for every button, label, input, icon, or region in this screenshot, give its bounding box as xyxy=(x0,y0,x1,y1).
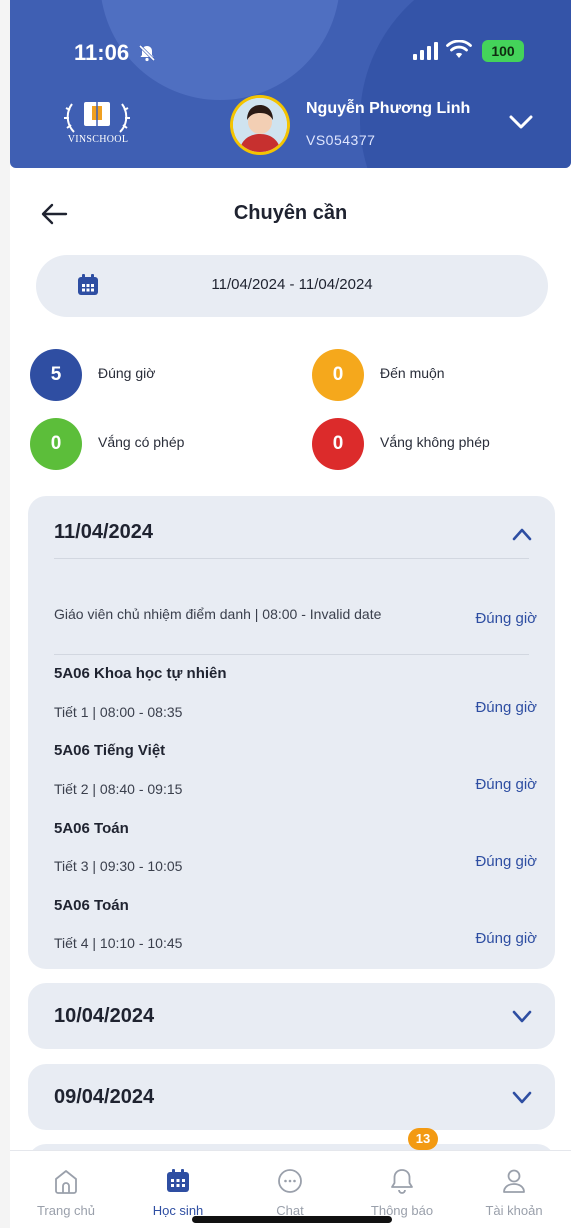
nav-home[interactable]: Trang chủ xyxy=(16,1151,116,1221)
lesson-subject: 5A06 Tiếng Việt xyxy=(54,742,166,759)
chevron-down-icon[interactable] xyxy=(511,1090,533,1106)
student-photo-icon xyxy=(233,98,287,152)
lesson-period: Tiết 4 | 10:10 - 10:45 xyxy=(54,935,183,951)
home-icon xyxy=(55,1170,77,1194)
header-decoration xyxy=(100,0,340,100)
day-date: 10/04/2024 xyxy=(54,1005,155,1027)
lesson-subject: 5A06 Toán xyxy=(54,820,129,837)
battery-indicator: 100 xyxy=(482,40,524,62)
lesson-status: Đúng giờ xyxy=(475,699,537,716)
lesson-status: Đúng giờ xyxy=(475,776,537,793)
home-indicator xyxy=(192,1216,392,1223)
stat-late: 0 Đến muộn xyxy=(312,349,552,401)
nav-chat[interactable]: Chat xyxy=(240,1151,340,1221)
nav-label: Tài khoản xyxy=(485,1203,543,1218)
calendar-icon xyxy=(167,1169,189,1192)
app-screen: 11:06 100 VINSCHOOL Nguyễn Phương Linh V… xyxy=(10,0,571,1228)
day-date[interactable]: 11/04/2024 xyxy=(54,521,153,544)
student-name[interactable]: Nguyễn Phương Linh xyxy=(306,100,470,118)
lesson-subject: 5A06 Khoa học tự nhiên xyxy=(54,665,227,682)
chevron-down-icon[interactable] xyxy=(508,112,534,132)
day-card-collapsed[interactable]: 09/04/2024 xyxy=(28,1064,555,1130)
stat-count: 0 xyxy=(312,349,364,401)
chevron-up-icon[interactable] xyxy=(511,526,533,542)
school-logo-text: VINSCHOOL xyxy=(67,134,129,145)
wifi-icon xyxy=(446,40,472,58)
day-date: 09/04/2024 xyxy=(54,1086,155,1108)
lesson-period: Tiết 1 | 08:00 - 08:35 xyxy=(54,704,183,720)
stat-label: Vắng có phép xyxy=(98,434,185,450)
divider xyxy=(54,654,529,655)
student-id: VS054377 xyxy=(306,132,376,148)
header-decoration xyxy=(360,0,571,168)
stat-label: Đến muộn xyxy=(380,365,445,381)
stat-label: Vắng không phép xyxy=(380,434,490,450)
divider xyxy=(54,558,529,559)
stat-label: Đúng giờ xyxy=(98,365,156,381)
homeroom-attendance-text: Giáo viên chủ nhiệm điểm danh | 08:00 - … xyxy=(54,606,382,622)
stat-count: 0 xyxy=(312,418,364,470)
lesson-subject: 5A06 Toán xyxy=(54,897,129,914)
status-time: 11:06 xyxy=(74,40,130,65)
lesson-period: Tiết 2 | 08:40 - 09:15 xyxy=(54,781,183,797)
bell-off-icon xyxy=(138,44,156,62)
stat-excused-absence: 0 Vắng có phép xyxy=(30,418,270,470)
lesson-period: Tiết 3 | 09:30 - 10:05 xyxy=(54,858,183,874)
notification-badge: 13 xyxy=(408,1128,438,1150)
stat-count: 5 xyxy=(30,349,82,401)
nav-account[interactable]: Tài khoản xyxy=(464,1151,564,1221)
nav-label: Trang chủ xyxy=(36,1203,96,1218)
lesson-status: Đúng giờ xyxy=(475,930,537,947)
homeroom-status: Đúng giờ xyxy=(475,610,537,627)
nav-notifications[interactable]: Thông báo xyxy=(352,1151,452,1221)
app-header: 11:06 100 VINSCHOOL Nguyễn Phương Linh V… xyxy=(10,0,571,168)
user-icon xyxy=(503,1169,525,1193)
left-edge xyxy=(0,0,10,1228)
day-card-collapsed[interactable]: 10/04/2024 xyxy=(28,983,555,1049)
stat-unexcused-absence: 0 Vắng không phép xyxy=(312,418,552,470)
date-range-picker[interactable]: 11/04/2024 - 11/04/2024 xyxy=(36,255,548,317)
day-card-expanded: 11/04/2024 Giáo viên chủ nhiệm điểm danh… xyxy=(28,496,555,969)
signal-icon xyxy=(413,42,438,60)
avatar[interactable] xyxy=(230,95,290,155)
nav-student[interactable]: Học sinh xyxy=(128,1151,228,1221)
stat-count: 0 xyxy=(30,418,82,470)
page-title: Chuyên cần xyxy=(233,202,348,224)
student-photo xyxy=(233,98,287,152)
lesson-status: Đúng giờ xyxy=(475,853,537,870)
bell-icon xyxy=(391,1169,413,1194)
stat-on-time: 5 Đúng giờ xyxy=(30,349,270,401)
date-range-text: 11/04/2024 - 11/04/2024 xyxy=(211,276,373,293)
chat-icon xyxy=(278,1169,302,1193)
chevron-down-icon[interactable] xyxy=(511,1009,533,1025)
